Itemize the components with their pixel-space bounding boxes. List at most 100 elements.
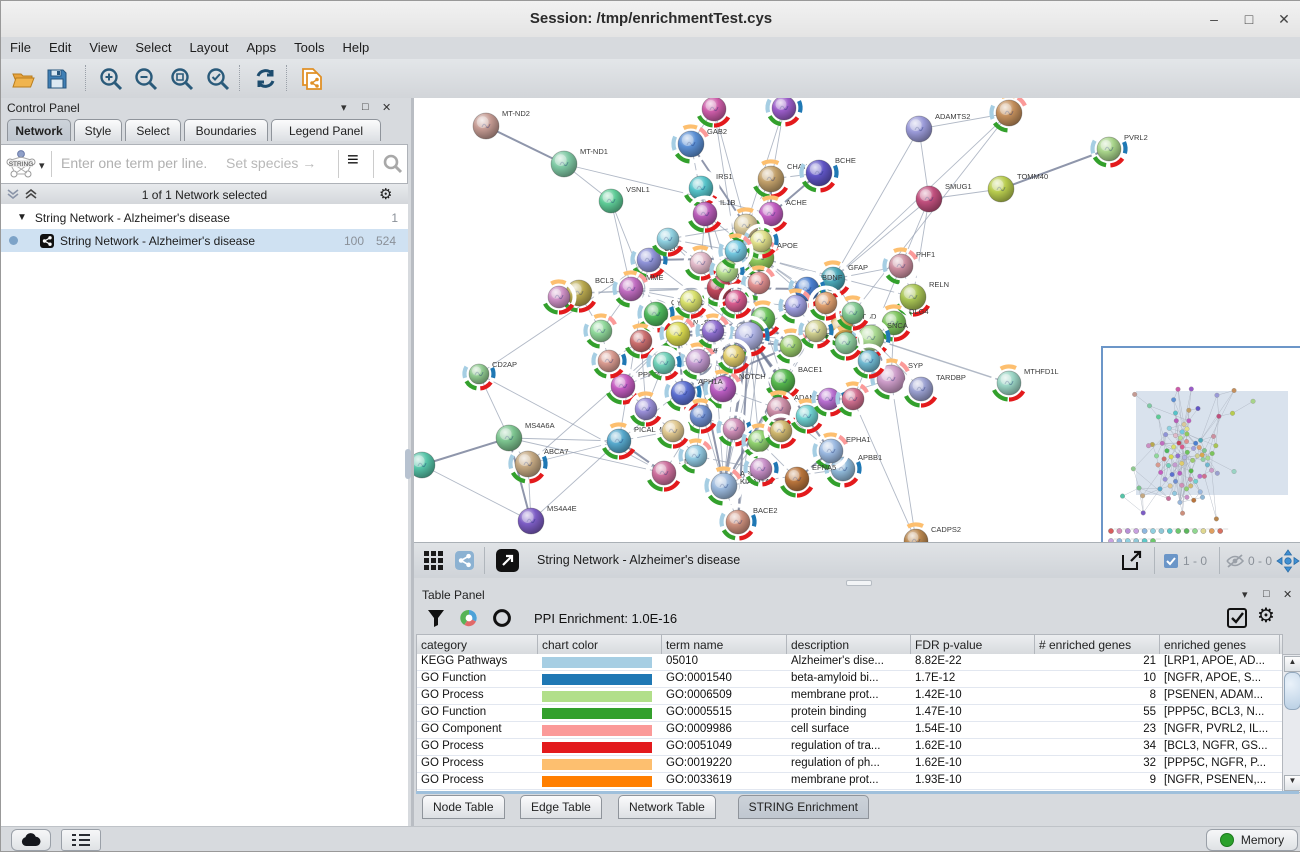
table-row[interactable]: GO ProcessGO:0033619membrane prot...1.93… — [417, 773, 1282, 790]
table-settings-gear-icon[interactable]: ⚙ — [1257, 603, 1275, 628]
menu-file[interactable]: File — [1, 37, 40, 55]
column-header-enriched-genes[interactable]: enriched genes — [1160, 635, 1280, 655]
table-row[interactable]: GO ComponentGO:0009986cell surface1.54E-… — [417, 722, 1282, 739]
maximize-button[interactable]: □ — [1234, 9, 1264, 29]
table-row[interactable]: KEGG Pathways05010Alzheimer's dise...8.8… — [417, 654, 1282, 671]
menu-help[interactable]: Help — [334, 37, 379, 55]
network-overview-panel[interactable] — [1101, 346, 1300, 548]
network-node[interactable]: MS4A4E — [518, 504, 577, 534]
tab-style[interactable]: Style — [74, 119, 122, 141]
network-node[interactable]: ABCA7 — [509, 445, 568, 482]
string-source-dropdown[interactable]: ▾ — [39, 159, 45, 172]
zoom-fit-button[interactable] — [166, 63, 198, 94]
column-header-term-name[interactable]: term name — [662, 635, 787, 655]
table-panel-close-icon[interactable]: ✕ — [1283, 588, 1292, 601]
open-in-window-icon[interactable] — [496, 549, 519, 572]
tab-network-table[interactable]: Network Table — [618, 795, 716, 819]
grid-view-icon[interactable] — [424, 551, 443, 570]
column-header-chart-color[interactable]: chart color — [538, 635, 662, 655]
menu-layout[interactable]: Layout — [180, 37, 237, 55]
network-view-mode-icon[interactable] — [455, 551, 474, 570]
refresh-button[interactable] — [249, 63, 281, 94]
horizontal-splitter[interactable] — [414, 578, 1300, 586]
network-node[interactable]: MTHFD1L — [991, 365, 1058, 400]
enrichment-chart-icon[interactable] — [459, 608, 479, 628]
network-node[interactable] — [629, 392, 662, 425]
table-row[interactable]: GO ProcessGO:0006509membrane prot...1.42… — [417, 688, 1282, 705]
network-node[interactable]: VSNL1 — [599, 185, 650, 213]
zoom-selected-button[interactable] — [202, 63, 234, 94]
network-node[interactable]: PICALM — [601, 423, 662, 458]
tab-select[interactable]: Select — [125, 119, 181, 141]
tab-legend-panel[interactable]: Legend Panel — [271, 119, 381, 141]
birdseye-toggle-icon[interactable] — [1276, 549, 1300, 573]
select-columns-icon[interactable] — [1227, 608, 1247, 628]
network-node[interactable]: CD2AP — [463, 358, 517, 389]
menu-apps[interactable]: Apps — [238, 37, 286, 55]
column-header-description[interactable]: description — [787, 635, 911, 655]
network-node[interactable]: PVRL2 — [1091, 131, 1147, 166]
tab-string-enrichment[interactable]: STRING Enrichment — [738, 795, 869, 819]
column-header-category[interactable]: category — [417, 635, 538, 655]
tab-edge-table[interactable]: Edge Table — [520, 795, 602, 819]
table-scrollbar[interactable]: ▲ ▼ — [1282, 654, 1300, 793]
open-file-button[interactable] — [7, 63, 39, 94]
tab-boundaries[interactable]: Boundaries — [184, 119, 268, 141]
menu-select[interactable]: Select — [126, 37, 180, 55]
table-row[interactable]: GO ProcessGO:0051049regulation of tra...… — [417, 739, 1282, 756]
float-panel-icon[interactable]: □ — [362, 101, 369, 113]
cloud-tasks-button[interactable] — [11, 829, 51, 851]
panel-menu-icon[interactable]: ▾ — [341, 101, 347, 114]
table-panel-float-icon[interactable]: □ — [1263, 588, 1270, 600]
network-node[interactable]: MS4A4A — [414, 448, 435, 478]
scrollbar-thumb[interactable] — [1284, 672, 1300, 710]
table-row[interactable]: GO ProcessGO:0019220regulation of ph...1… — [417, 756, 1282, 773]
network-list-gear-icon[interactable]: ⚙ — [379, 185, 392, 203]
collection-row[interactable]: ▼ String Network - Alzheimer's disease 1 — [1, 206, 408, 229]
network-node[interactable]: BACE2 — [720, 504, 777, 539]
ring-chart-icon[interactable] — [492, 608, 512, 628]
network-node[interactable]: BCHE — [800, 154, 856, 191]
network-node[interactable]: TOMM40 — [988, 172, 1048, 202]
menu-view[interactable]: View — [80, 37, 126, 55]
network-node[interactable] — [592, 344, 625, 377]
zoom-in-button[interactable] — [95, 63, 127, 94]
network-node[interactable] — [647, 346, 680, 379]
string-search-icon[interactable] — [382, 153, 404, 175]
network-node[interactable] — [584, 314, 617, 347]
network-node[interactable]: ADAMTS2 — [906, 112, 970, 142]
network-node[interactable]: GAB2 — [672, 125, 727, 162]
save-session-button[interactable] — [41, 63, 73, 94]
memory-button[interactable]: Memory — [1206, 829, 1298, 851]
species-hint[interactable]: Set species → — [226, 155, 316, 171]
string-options-menu-icon[interactable]: ≡ — [347, 149, 359, 172]
scroll-down-arrow[interactable]: ▼ — [1284, 775, 1300, 791]
zoom-out-button[interactable] — [130, 63, 162, 94]
network-node[interactable] — [717, 412, 750, 445]
network-node[interactable] — [990, 98, 1027, 132]
network-node[interactable]: TARDBP — [903, 371, 966, 406]
collection-expand-arrow[interactable]: ▼ — [17, 212, 27, 223]
menu-edit[interactable]: Edit — [40, 37, 80, 55]
export-network-icon[interactable] — [1119, 549, 1143, 573]
column-header-FDR-p-value[interactable]: FDR p-value — [911, 635, 1035, 655]
network-node[interactable] — [766, 98, 801, 126]
network-node[interactable]: CHAT — [752, 160, 807, 197]
string-query-placeholder[interactable]: Enter one term per line. — [61, 155, 207, 171]
panel-splitter-handle[interactable] — [405, 449, 411, 479]
menu-tools[interactable]: Tools — [285, 37, 333, 55]
table-row[interactable]: GO FunctionGO:0001540beta-amyloid bi...1… — [417, 671, 1282, 688]
table-row[interactable]: GO FunctionGO:0005515protein binding1.47… — [417, 705, 1282, 722]
minimize-button[interactable]: – — [1199, 9, 1229, 29]
tab-node-table[interactable]: Node Table — [422, 795, 505, 819]
task-history-button[interactable] — [61, 829, 101, 851]
network-node[interactable] — [696, 98, 731, 127]
close-button[interactable]: ✕ — [1269, 9, 1299, 29]
filter-icon[interactable] — [426, 608, 446, 628]
close-panel-icon[interactable]: ✕ — [382, 101, 391, 114]
column-header--enriched-genes[interactable]: # enriched genes — [1035, 635, 1160, 655]
network-node[interactable]: CADPS2 — [898, 523, 961, 542]
table-panel-menu-icon[interactable]: ▾ — [1242, 588, 1248, 601]
scroll-up-arrow[interactable]: ▲ — [1284, 656, 1300, 672]
clone-network-button[interactable] — [296, 63, 328, 94]
